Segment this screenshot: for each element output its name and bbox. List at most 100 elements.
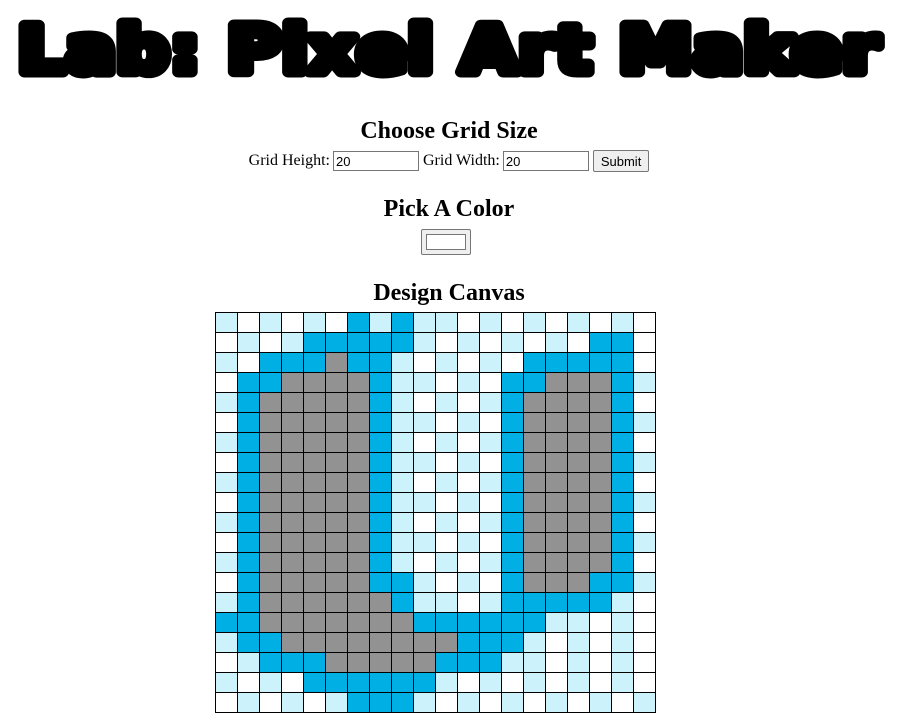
- canvas-cell[interactable]: [259, 372, 282, 393]
- canvas-cell[interactable]: [589, 612, 612, 633]
- canvas-cell[interactable]: [347, 452, 370, 473]
- canvas-cell[interactable]: [347, 372, 370, 393]
- canvas-cell[interactable]: [215, 592, 238, 613]
- canvas-cell[interactable]: [435, 392, 458, 413]
- canvas-cell[interactable]: [545, 472, 568, 493]
- canvas-cell[interactable]: [281, 592, 304, 613]
- canvas-cell[interactable]: [259, 452, 282, 473]
- canvas-cell[interactable]: [215, 372, 238, 393]
- canvas-cell[interactable]: [457, 392, 480, 413]
- canvas-cell[interactable]: [545, 692, 568, 713]
- canvas-cell[interactable]: [237, 432, 260, 453]
- canvas-cell[interactable]: [259, 672, 282, 693]
- canvas-cell[interactable]: [259, 592, 282, 613]
- canvas-cell[interactable]: [523, 572, 546, 593]
- canvas-cell[interactable]: [369, 412, 392, 433]
- canvas-cell[interactable]: [325, 632, 348, 653]
- canvas-cell[interactable]: [457, 612, 480, 633]
- canvas-cell[interactable]: [479, 312, 502, 333]
- canvas-cell[interactable]: [215, 452, 238, 473]
- canvas-cell[interactable]: [545, 352, 568, 373]
- canvas-cell[interactable]: [501, 572, 524, 593]
- canvas-cell[interactable]: [325, 332, 348, 353]
- canvas-cell[interactable]: [215, 352, 238, 373]
- canvas-cell[interactable]: [303, 452, 326, 473]
- canvas-cell[interactable]: [391, 552, 414, 573]
- canvas-cell[interactable]: [347, 392, 370, 413]
- canvas-cell[interactable]: [611, 412, 634, 433]
- canvas-cell[interactable]: [523, 332, 546, 353]
- canvas-cell[interactable]: [457, 512, 480, 533]
- canvas-cell[interactable]: [567, 432, 590, 453]
- canvas-cell[interactable]: [413, 432, 436, 453]
- canvas-cell[interactable]: [545, 392, 568, 413]
- canvas-cell[interactable]: [567, 512, 590, 533]
- canvas-cell[interactable]: [325, 532, 348, 553]
- canvas-cell[interactable]: [237, 312, 260, 333]
- canvas-cell[interactable]: [325, 692, 348, 713]
- canvas-cell[interactable]: [369, 352, 392, 373]
- canvas-cell[interactable]: [457, 312, 480, 333]
- canvas-cell[interactable]: [611, 512, 634, 533]
- canvas-cell[interactable]: [501, 452, 524, 473]
- canvas-cell[interactable]: [281, 392, 304, 413]
- canvas-cell[interactable]: [303, 572, 326, 593]
- canvas-cell[interactable]: [523, 492, 546, 513]
- canvas-cell[interactable]: [633, 532, 656, 553]
- canvas-cell[interactable]: [325, 392, 348, 413]
- canvas-cell[interactable]: [303, 552, 326, 573]
- canvas-cell[interactable]: [413, 492, 436, 513]
- canvas-cell[interactable]: [589, 352, 612, 373]
- canvas-cell[interactable]: [435, 552, 458, 573]
- canvas-cell[interactable]: [303, 672, 326, 693]
- canvas-cell[interactable]: [523, 412, 546, 433]
- canvas-cell[interactable]: [435, 652, 458, 673]
- canvas-cell[interactable]: [237, 632, 260, 653]
- canvas-cell[interactable]: [281, 352, 304, 373]
- canvas-cell[interactable]: [545, 572, 568, 593]
- canvas-cell[interactable]: [479, 632, 502, 653]
- canvas-cell[interactable]: [391, 592, 414, 613]
- canvas-cell[interactable]: [281, 312, 304, 333]
- canvas-cell[interactable]: [633, 392, 656, 413]
- canvas-cell[interactable]: [259, 692, 282, 713]
- canvas-cell[interactable]: [435, 512, 458, 533]
- canvas-cell[interactable]: [435, 452, 458, 473]
- canvas-cell[interactable]: [435, 692, 458, 713]
- canvas-cell[interactable]: [259, 612, 282, 633]
- canvas-cell[interactable]: [259, 512, 282, 533]
- canvas-cell[interactable]: [545, 532, 568, 553]
- canvas-cell[interactable]: [369, 692, 392, 713]
- canvas-cell[interactable]: [259, 412, 282, 433]
- canvas-cell[interactable]: [325, 432, 348, 453]
- canvas-cell[interactable]: [369, 372, 392, 393]
- canvas-cell[interactable]: [457, 592, 480, 613]
- canvas-cell[interactable]: [369, 572, 392, 593]
- canvas-cell[interactable]: [281, 532, 304, 553]
- canvas-cell[interactable]: [501, 552, 524, 573]
- canvas-cell[interactable]: [237, 332, 260, 353]
- canvas-cell[interactable]: [413, 692, 436, 713]
- canvas-cell[interactable]: [391, 612, 414, 633]
- canvas-cell[interactable]: [567, 652, 590, 673]
- canvas-cell[interactable]: [523, 512, 546, 533]
- canvas-cell[interactable]: [589, 672, 612, 693]
- canvas-cell[interactable]: [523, 532, 546, 553]
- canvas-cell[interactable]: [281, 672, 304, 693]
- canvas-cell[interactable]: [567, 592, 590, 613]
- canvas-cell[interactable]: [237, 552, 260, 573]
- canvas-cell[interactable]: [479, 332, 502, 353]
- canvas-cell[interactable]: [281, 492, 304, 513]
- canvas-cell[interactable]: [391, 692, 414, 713]
- canvas-cell[interactable]: [523, 372, 546, 393]
- canvas-cell[interactable]: [369, 672, 392, 693]
- canvas-cell[interactable]: [413, 592, 436, 613]
- canvas-cell[interactable]: [501, 352, 524, 373]
- canvas-cell[interactable]: [237, 392, 260, 413]
- canvas-cell[interactable]: [413, 472, 436, 493]
- canvas-cell[interactable]: [435, 632, 458, 653]
- canvas-cell[interactable]: [611, 392, 634, 413]
- canvas-cell[interactable]: [633, 472, 656, 493]
- canvas-cell[interactable]: [501, 332, 524, 353]
- canvas-cell[interactable]: [391, 532, 414, 553]
